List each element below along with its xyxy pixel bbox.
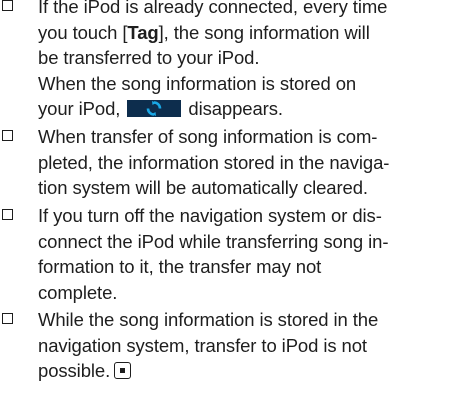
manual-page: If the iPod is already connected, every …	[0, 0, 449, 417]
note-line: If the iPod is already connected, every …	[38, 0, 388, 17]
note-item: If the iPod is already connected, every …	[0, 0, 395, 122]
note-line: connect the iPod while transferring song…	[38, 230, 389, 252]
sync-status-icon	[127, 100, 182, 117]
note-line: your iPod, disappears.	[38, 98, 283, 119]
note-line: When transfer of song information is com…	[38, 126, 378, 147]
note-line: navigation system, transfer to iPod is n…	[38, 334, 367, 356]
end-of-section-icon	[114, 362, 132, 379]
checkbox-bullet-icon	[2, 209, 13, 220]
note-line: formation to it, the transfer may not	[38, 256, 322, 277]
note-line: While the song information is stored in …	[38, 309, 379, 330]
checkbox-bullet-icon	[2, 130, 13, 141]
note-line: you touch [Tag], the song information wi…	[38, 21, 370, 43]
note-line: pleted, the information stored in the na…	[38, 151, 390, 173]
checkbox-bullet-icon	[2, 0, 13, 11]
note-line: possible.	[38, 358, 378, 384]
checkbox-bullet-icon	[2, 313, 13, 324]
note-line: When the song information is stored on	[38, 72, 357, 94]
note-item: If you turn off the navigation system or…	[0, 203, 396, 305]
note-line: tion system will be automatically cleare…	[38, 177, 368, 198]
note-item: While the song information is stored in …	[0, 307, 386, 384]
note-item: When transfer of song information is com…	[0, 124, 397, 201]
tag-keyword: Tag	[127, 21, 159, 43]
note-line: complete.	[38, 281, 118, 303]
note-line: be transferred to your iPod.	[38, 47, 260, 68]
note-line: If you turn off the navigation system or…	[38, 205, 382, 226]
